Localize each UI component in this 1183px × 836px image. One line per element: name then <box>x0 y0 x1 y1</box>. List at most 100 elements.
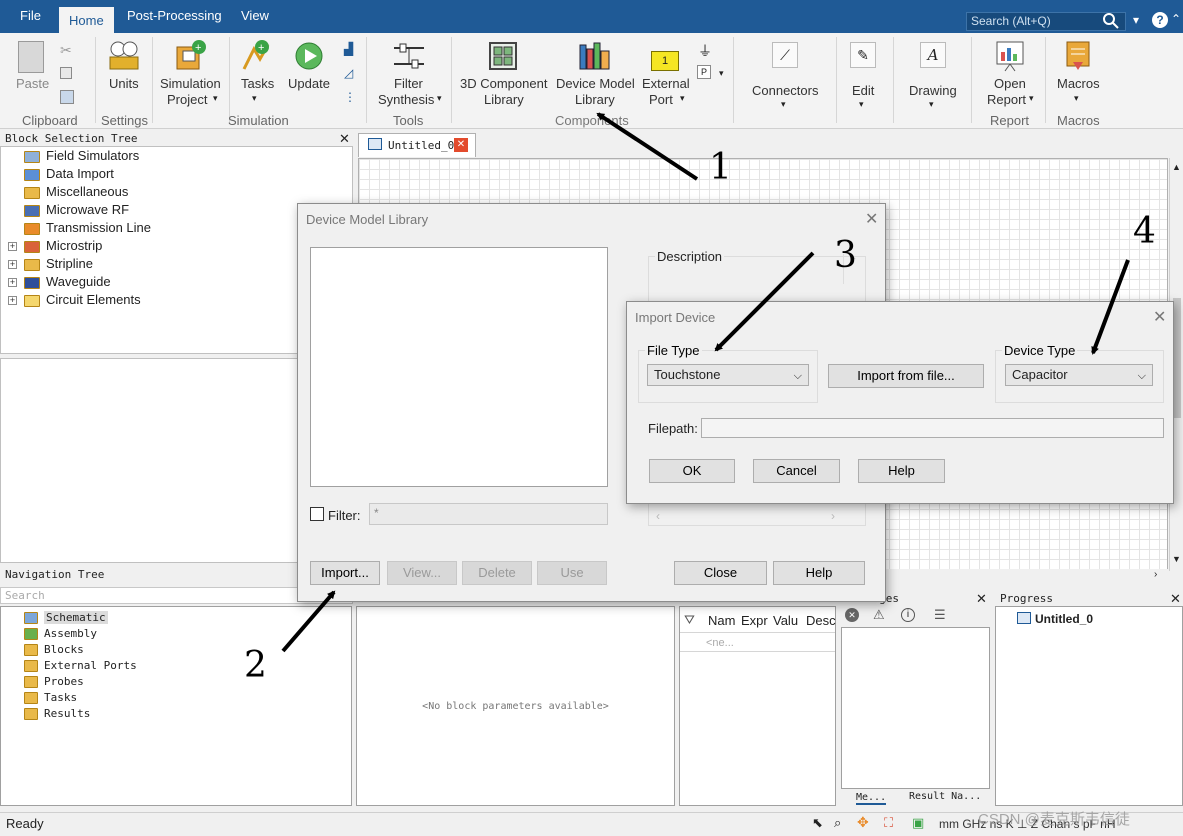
cut-icon[interactable]: ✂ <box>60 42 72 59</box>
zoom-icon[interactable]: ⌕ <box>834 815 841 831</box>
delete-button[interactable]: Delete <box>462 561 532 585</box>
device-model-library-line1[interactable]: Device Model <box>556 76 635 92</box>
dropdown-caret-icon[interactable]: ▾ <box>213 93 218 104</box>
macros-button[interactable]: Macros <box>1057 76 1100 92</box>
dropdown-caret-icon[interactable]: ▾ <box>929 99 934 110</box>
expand-icon[interactable]: + <box>8 296 17 305</box>
nav-item-results[interactable]: Results <box>24 707 90 725</box>
dropdown-caret-icon[interactable]: ▾ <box>781 99 786 110</box>
filter-input[interactable]: * <box>369 503 608 525</box>
format-icon[interactable] <box>60 90 74 104</box>
close-button[interactable]: Close <box>674 561 767 585</box>
menu-home[interactable]: Home <box>59 7 114 33</box>
ground-icon[interactable]: ⏚ <box>698 41 712 61</box>
external-port-line2[interactable]: Port <box>649 92 673 108</box>
open-report-line2[interactable]: Report <box>987 92 1026 108</box>
close-icon[interactable]: ✕ <box>865 209 878 229</box>
column-expr[interactable]: Expr <box>741 613 768 628</box>
search-input[interactable]: Search (Alt+Q) <box>966 12 1126 31</box>
drawing-button[interactable]: Drawing <box>909 83 957 99</box>
tasks-button[interactable]: Tasks <box>241 76 274 92</box>
device-type-select[interactable]: Capacitor ⌵ <box>1005 364 1153 386</box>
pan-icon[interactable]: ✥ <box>857 814 869 831</box>
filepath-input[interactable] <box>701 418 1164 438</box>
dropdown-caret-icon[interactable]: ▾ <box>1074 93 1079 104</box>
scroll-up-icon[interactable]: ▲ <box>1172 162 1181 172</box>
edit-button[interactable]: Edit <box>852 83 874 99</box>
error-filter-icon[interactable]: ✕ <box>845 608 859 622</box>
simulation-project-line1[interactable]: Simulation <box>160 76 221 92</box>
view-button[interactable]: View... <box>387 561 457 585</box>
ribbon-collapse-icon[interactable]: ⌃ <box>1171 12 1181 26</box>
tree-item-microstrip[interactable]: Microstrip <box>24 238 102 256</box>
close-icon[interactable]: ✕ <box>339 131 350 147</box>
info-filter-icon[interactable]: i <box>901 608 915 622</box>
dropdown-caret-icon[interactable]: ▾ <box>680 93 685 104</box>
tree-item-stripline[interactable]: Stripline <box>24 256 93 274</box>
device-list[interactable] <box>310 247 608 487</box>
tree-item-miscellaneous[interactable]: Miscellaneous <box>24 184 128 202</box>
filter-checkbox[interactable] <box>310 507 324 521</box>
dropdown-caret-icon[interactable]: ▾ <box>719 68 724 79</box>
sweep-small-icon[interactable]: ◿ <box>344 66 353 80</box>
menu-post-processing[interactable]: Post-Processing <box>127 8 222 23</box>
menu-file[interactable]: File <box>20 8 41 23</box>
tab-messages[interactable]: Me... <box>856 792 887 805</box>
scroll-left-icon[interactable]: ‹ <box>656 509 660 523</box>
ok-button[interactable]: OK <box>649 459 735 483</box>
expand-icon[interactable]: + <box>8 278 17 287</box>
units-button[interactable]: Units <box>109 76 139 92</box>
close-icon[interactable]: ✕ <box>1170 591 1181 607</box>
tree-item-transmission-line[interactable]: Transmission Line <box>24 220 151 238</box>
probe-icon[interactable]: P <box>697 65 711 79</box>
column-desc[interactable]: Desc <box>806 613 836 628</box>
filter-icon[interactable]: ⛛ <box>684 612 695 628</box>
use-button[interactable]: Use <box>537 561 607 585</box>
external-port-line1[interactable]: External <box>642 76 690 92</box>
tree-small-icon[interactable]: ⋮ <box>344 90 356 104</box>
dropdown-caret-icon[interactable]: ▾ <box>252 93 257 104</box>
column-value[interactable]: Valu <box>773 613 798 628</box>
scroll-thumb[interactable] <box>1173 298 1181 418</box>
tree-item-circuit-elements[interactable]: Circuit Elements <box>24 292 141 310</box>
clear-messages-icon[interactable]: ☰ <box>934 607 946 623</box>
copy-icon[interactable] <box>60 67 72 79</box>
fit-icon[interactable]: ⛶ <box>884 815 893 831</box>
tree-item-data-import[interactable]: Data Import <box>24 166 114 184</box>
menu-view[interactable]: View <box>241 8 269 23</box>
filter-synthesis-line2[interactable]: Synthesis <box>378 92 434 108</box>
import-from-file-button[interactable]: Import from file... <box>828 364 984 388</box>
tab-untitled[interactable]: Untitled_0 ✕ <box>358 133 476 157</box>
device-model-library-line2[interactable]: Library <box>575 92 615 108</box>
progress-item[interactable]: Untitled_0 <box>1035 612 1093 626</box>
file-type-select[interactable]: Touchstone ⌵ <box>647 364 809 386</box>
dropdown-caret-icon[interactable]: ▾ <box>1029 93 1034 104</box>
expand-icon[interactable]: + <box>8 242 17 251</box>
column-name[interactable]: Nam <box>708 613 735 628</box>
tree-item-field-simulators[interactable]: Field Simulators <box>24 148 139 166</box>
close-tab-icon[interactable]: ✕ <box>454 138 468 152</box>
close-icon[interactable]: ✕ <box>976 591 987 607</box>
filter-synthesis-line1[interactable]: Filter <box>394 76 423 92</box>
expand-icon[interactable]: + <box>8 260 17 269</box>
dropdown-caret-icon[interactable]: ▾ <box>437 93 442 104</box>
caret-icon[interactable]: ▾ <box>1133 13 1139 27</box>
open-report-line1[interactable]: Open <box>994 76 1026 92</box>
search-icon[interactable] <box>1103 13 1119 29</box>
tree-item-microwave-rf[interactable]: Microwave RF <box>24 202 129 220</box>
help-icon[interactable]: ? <box>1152 12 1168 28</box>
chart-small-icon[interactable]: ▟ <box>344 42 353 56</box>
cancel-button[interactable]: Cancel <box>753 459 840 483</box>
3d-component-library-line1[interactable]: 3D Component <box>460 76 547 92</box>
scroll-right-icon[interactable]: › <box>1154 569 1157 580</box>
tree-item-waveguide[interactable]: Waveguide <box>24 274 111 292</box>
close-icon[interactable]: ✕ <box>1153 307 1166 327</box>
help-button[interactable]: Help <box>858 459 945 483</box>
scroll-down-icon[interactable]: ▼ <box>1172 554 1181 564</box>
snap-icon[interactable]: ▣ <box>912 815 924 831</box>
import-button[interactable]: Import... <box>310 561 380 585</box>
paste-button[interactable]: Paste <box>16 76 49 92</box>
pointer-icon[interactable]: ⬉ <box>812 815 823 831</box>
scroll-right-icon[interactable]: › <box>831 509 835 523</box>
new-row-placeholder[interactable]: <ne... <box>706 637 734 649</box>
